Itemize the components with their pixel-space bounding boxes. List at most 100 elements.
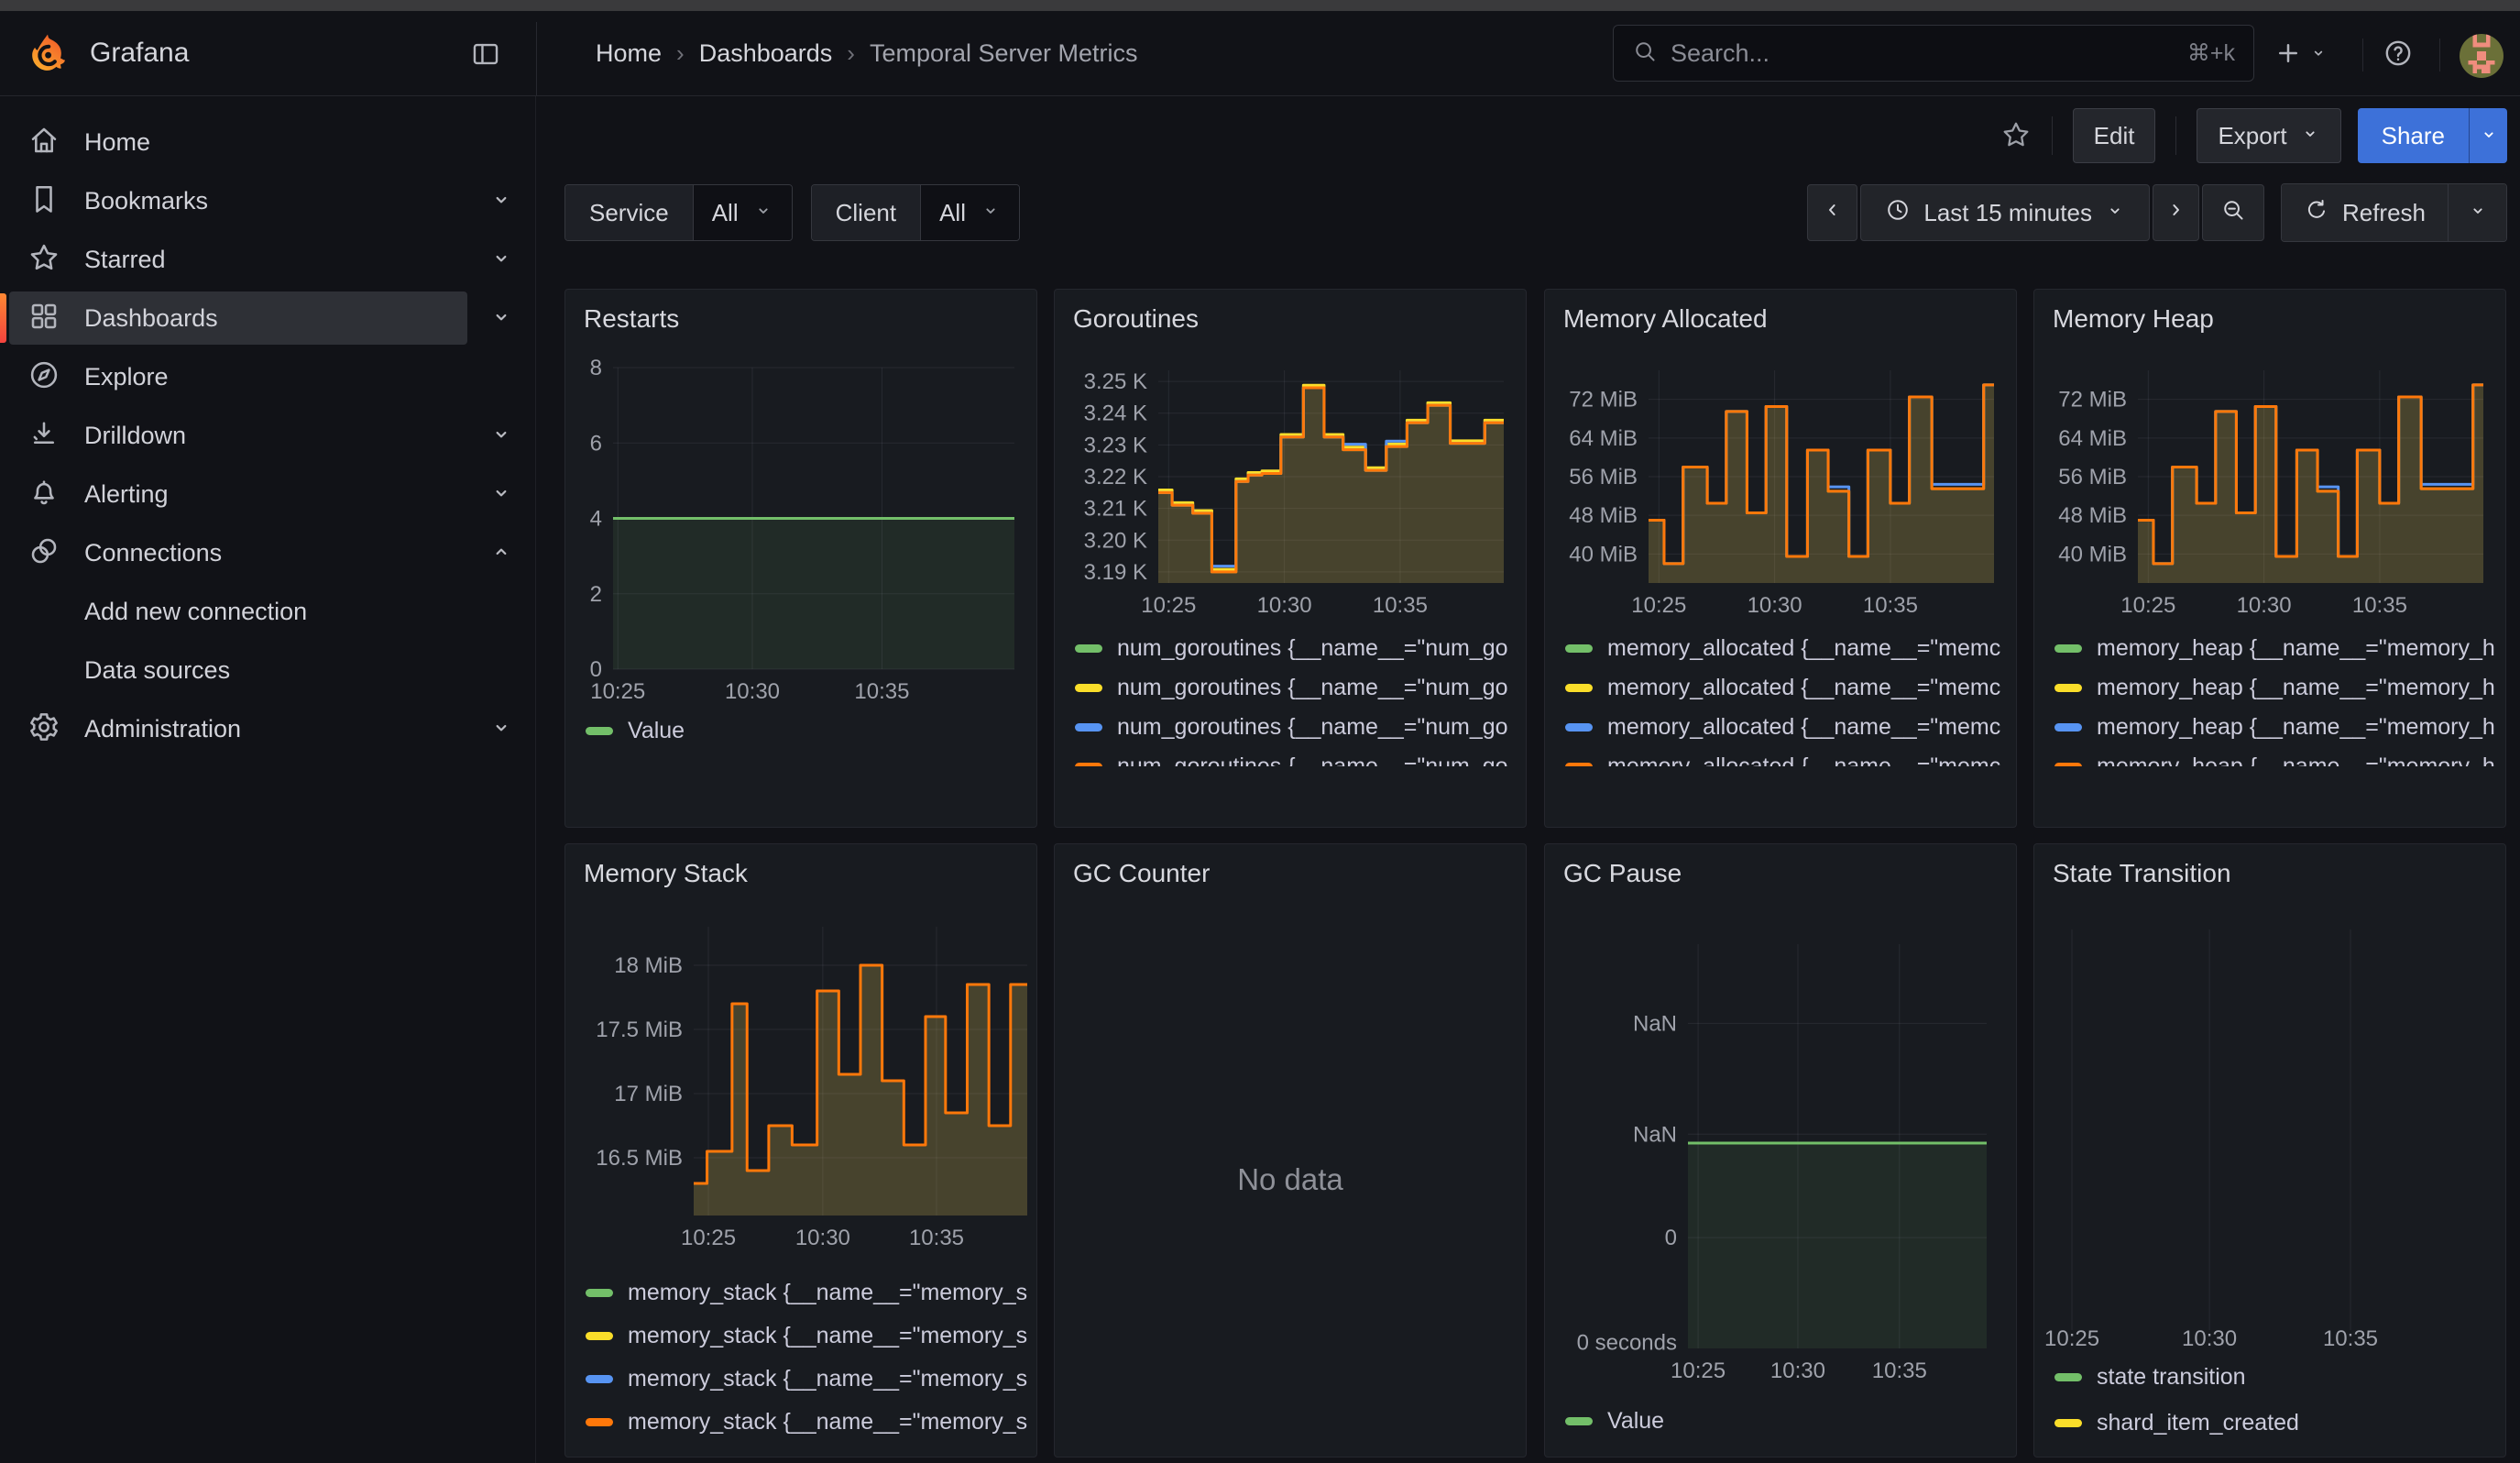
sidebar-expand-toggle[interactable]	[467, 468, 535, 521]
sidebar-expand-toggle[interactable]	[467, 292, 535, 345]
legend-memory-heap: memory_heap {__name__="memory_hmemory_he…	[2054, 629, 2498, 766]
top-nav: Grafana Home › Dashboards › Temporal Ser…	[0, 11, 2520, 96]
search-input[interactable]: Search... ⌘+k	[1613, 25, 2254, 82]
share-menu-button[interactable]	[2469, 108, 2507, 163]
legend-item[interactable]: memory_allocated {__name__="memc	[1565, 629, 2009, 668]
chevron-down-icon	[2468, 199, 2488, 227]
filter-value: All	[712, 199, 739, 227]
favorite-star-button[interactable]	[2000, 119, 2032, 153]
legend-label: memory_stack {__name__="memory_s	[628, 1323, 1027, 1349]
sidebar-item-administration[interactable]: Administration	[9, 702, 467, 755]
time-forward-button[interactable]	[2153, 184, 2199, 241]
sidebar-item-add-new-connection[interactable]: Add new connection	[9, 585, 535, 638]
filter-value-dropdown[interactable]: All	[694, 185, 792, 240]
sidebar-item-label: Add new connection	[84, 598, 307, 626]
legend-item[interactable]: Value	[1565, 1400, 2009, 1443]
add-new-button[interactable]	[2274, 33, 2328, 75]
svg-text:3.21 K: 3.21 K	[1084, 497, 1147, 522]
sidebar-item-drilldown[interactable]: Drilldown	[9, 409, 467, 462]
refresh-interval-button[interactable]	[2448, 184, 2506, 241]
sidebar-expand-toggle[interactable]	[467, 526, 535, 579]
legend-item[interactable]: memory_stack {__name__="memory_s	[586, 1401, 1029, 1444]
legend-item[interactable]: state transition	[2054, 1354, 2498, 1400]
legend-item[interactable]: num_goroutines {__name__="num_go	[1075, 629, 1518, 668]
gear-icon	[27, 710, 60, 748]
sidebar-item-home[interactable]: Home	[9, 116, 535, 169]
svg-text:72 MiB: 72 MiB	[1569, 388, 1638, 412]
share-button[interactable]: Share	[2358, 108, 2469, 163]
breadcrumb-home[interactable]: Home	[596, 39, 662, 68]
chart-gc-pause[interactable]: NaNNaN00 seconds10:2510:3010:35	[1545, 844, 2017, 1458]
legend-item[interactable]: num_goroutines {__name__="num_go	[1075, 708, 1518, 747]
sidebar-row-explore: Explore	[0, 347, 535, 406]
legend-item[interactable]: memory_allocated {__name__="memc	[1565, 668, 2009, 708]
legend-swatch	[586, 1375, 613, 1383]
sidebar-item-data-sources[interactable]: Data sources	[9, 644, 535, 697]
legend-label: memory_allocated {__name__="memc	[1607, 635, 2000, 662]
legend-swatch	[2054, 763, 2082, 766]
sidebar-expand-toggle[interactable]	[467, 409, 535, 462]
legend-item[interactable]: shard_item_created	[2054, 1400, 2498, 1446]
help-button[interactable]	[2383, 33, 2414, 75]
panel-memory-allocated: Memory Allocated72 MiB64 MiB56 MiB48 MiB…	[1544, 289, 2017, 828]
sidebar-item-bookmarks[interactable]: Bookmarks	[9, 174, 467, 227]
breadcrumb: Home › Dashboards › Temporal Server Metr…	[596, 11, 1138, 96]
legend-item[interactable]: memory_heap {__name__="memory_h	[2054, 747, 2498, 766]
filter-client[interactable]: ClientAll	[811, 184, 1020, 241]
svg-text:10:35: 10:35	[1373, 593, 1428, 618]
sidebar-expand-toggle[interactable]	[467, 174, 535, 227]
sidebar-item-explore[interactable]: Explore	[9, 350, 535, 403]
export-button[interactable]: Export	[2197, 108, 2340, 163]
legend-item[interactable]: memory_allocated {__name__="memc	[1565, 747, 2009, 766]
user-avatar[interactable]	[2460, 34, 2504, 78]
svg-text:3.22 K: 3.22 K	[1084, 465, 1147, 490]
refresh-label: Refresh	[2342, 199, 2426, 227]
search-placeholder: Search...	[1671, 39, 2175, 68]
sidebar-item-connections[interactable]: Connections	[9, 526, 467, 579]
svg-text:10:35: 10:35	[2352, 593, 2407, 618]
legend-item[interactable]: num_goroutines {__name__="num_go	[1075, 668, 1518, 708]
search-shortcut: ⌘+k	[2187, 39, 2235, 67]
help-icon	[2383, 38, 2414, 72]
sidebar-item-alerting[interactable]: Alerting	[9, 468, 467, 521]
sidebar-item-starred[interactable]: Starred	[9, 233, 467, 286]
legend-item[interactable]: memory_heap {__name__="memory_h	[2054, 629, 2498, 668]
sidebar-toggle-button[interactable]	[466, 35, 506, 75]
sidebar-row-data-sources: Data sources	[0, 641, 535, 699]
legend-label: memory_heap {__name__="memory_h	[2097, 635, 2495, 662]
filter-value-dropdown[interactable]: All	[921, 185, 1019, 240]
time-back-button[interactable]	[1807, 184, 1857, 241]
edit-button[interactable]: Edit	[2073, 108, 2156, 163]
grafana-logo[interactable]	[26, 31, 70, 75]
legend-item[interactable]: memory_stack {__name__="memory_s	[586, 1358, 1029, 1401]
panel-title-gc-counter[interactable]: GC Counter	[1073, 859, 1210, 888]
plus-icon	[2274, 39, 2302, 70]
svg-text:3.23 K: 3.23 K	[1084, 433, 1147, 457]
sidebar-item-label: Data sources	[84, 656, 230, 685]
time-range-button[interactable]: Last 15 minutes	[1860, 184, 2150, 241]
legend-item[interactable]: memory_heap {__name__="memory_h	[2054, 708, 2498, 747]
refresh-button[interactable]: Refresh	[2282, 184, 2448, 241]
svg-text:0: 0	[1665, 1226, 1677, 1250]
sidebar-item-dashboards[interactable]: Dashboards	[9, 292, 467, 345]
sidebar-item-label: Alerting	[84, 480, 169, 509]
legend-item[interactable]: memory_heap {__name__="memory_h	[2054, 668, 2498, 708]
filter-service[interactable]: ServiceAll	[564, 184, 793, 241]
sidebar-expand-toggle[interactable]	[467, 233, 535, 286]
svg-text:10:35: 10:35	[2323, 1326, 2378, 1351]
legend-item[interactable]: memory_stack {__name__="memory_s	[586, 1271, 1029, 1314]
legend-item[interactable]: Value	[586, 710, 1029, 753]
legend-goroutines: num_goroutines {__name__="num_gonum_goro…	[1075, 629, 1518, 766]
breadcrumb-separator: ›	[676, 39, 685, 68]
legend-swatch	[586, 1332, 613, 1340]
zoom-out-button[interactable]	[2202, 184, 2264, 241]
legend-swatch	[1075, 763, 1102, 766]
svg-text:56 MiB: 56 MiB	[2058, 465, 2127, 490]
legend-swatch	[586, 1418, 613, 1426]
sidebar-expand-toggle[interactable]	[467, 702, 535, 755]
legend-item[interactable]: num_goroutines {__name__="num_go	[1075, 747, 1518, 766]
nav-divider	[2439, 38, 2440, 72]
breadcrumb-dashboards[interactable]: Dashboards	[699, 39, 833, 68]
legend-item[interactable]: memory_stack {__name__="memory_s	[586, 1314, 1029, 1358]
legend-item[interactable]: memory_allocated {__name__="memc	[1565, 708, 2009, 747]
